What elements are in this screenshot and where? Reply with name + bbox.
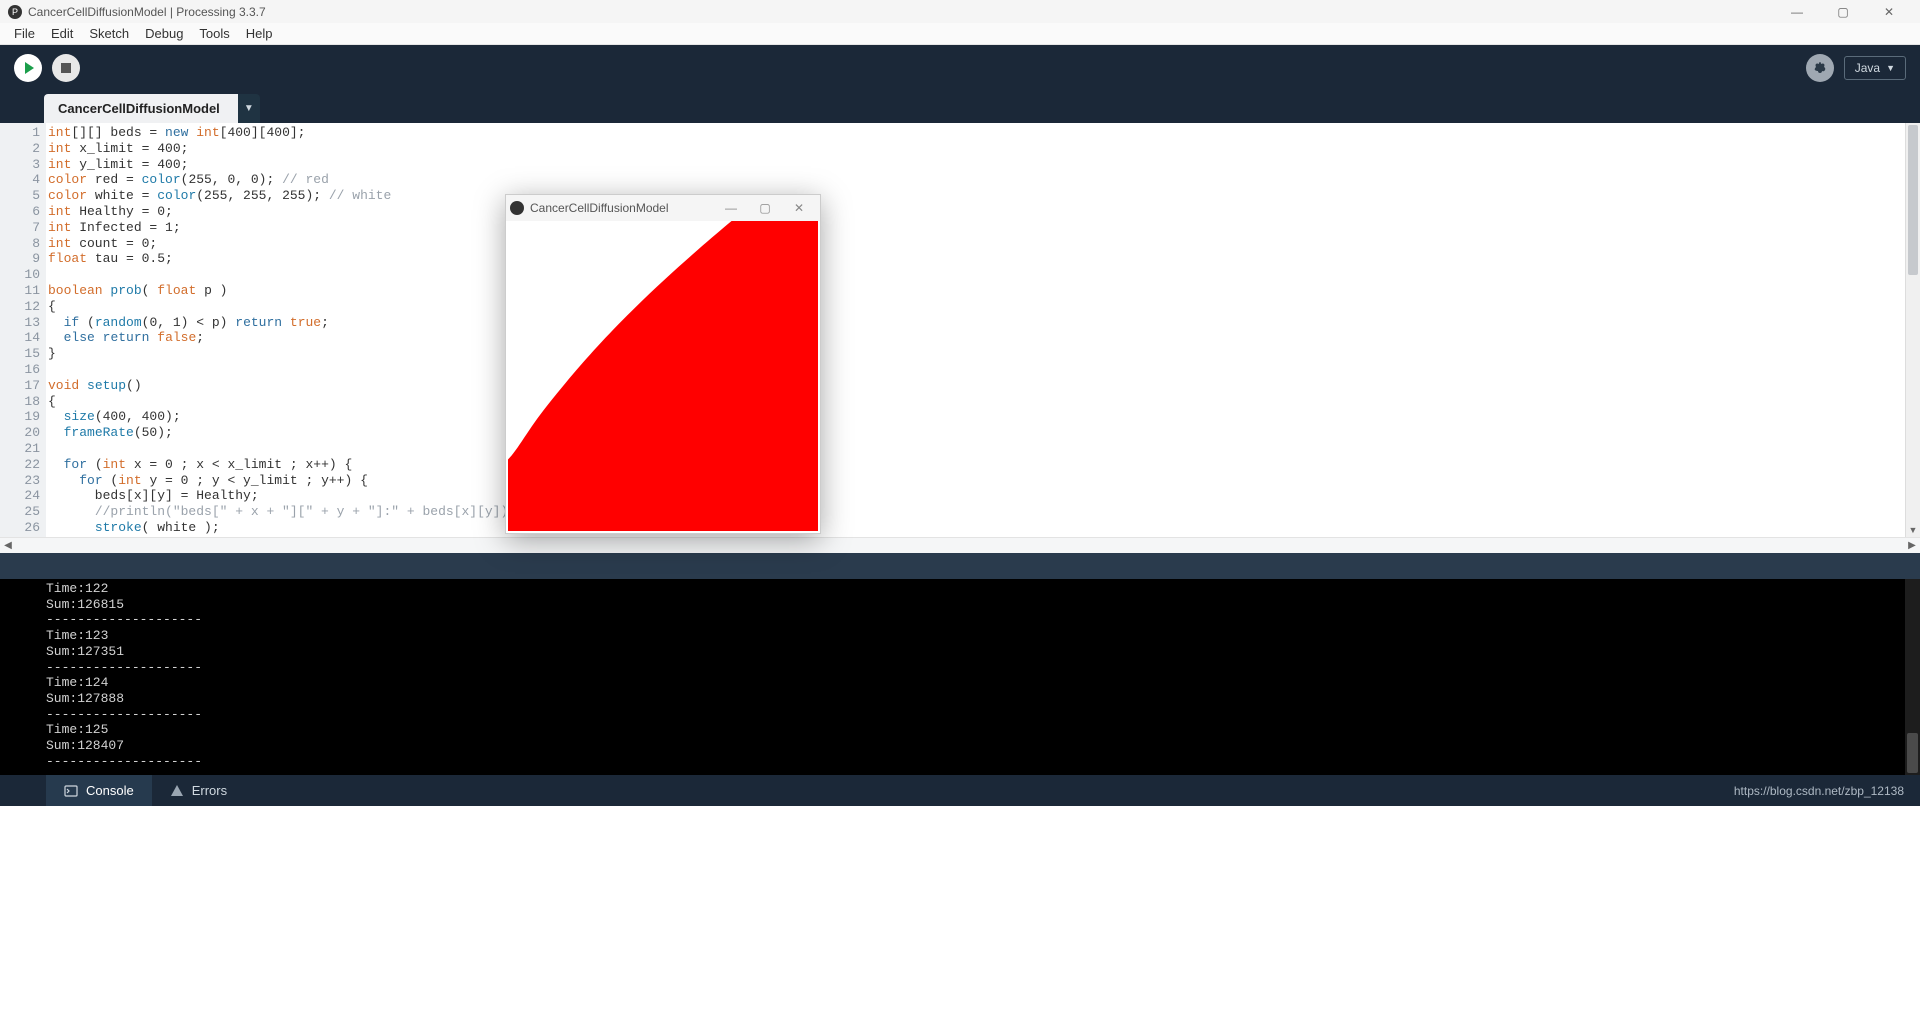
menu-debug[interactable]: Debug	[137, 26, 191, 41]
code-line[interactable]: color red = color(255, 0, 0); // red	[48, 172, 1905, 188]
menubar: File Edit Sketch Debug Tools Help	[0, 23, 1920, 45]
warning-icon	[170, 784, 184, 798]
code-line[interactable]	[48, 267, 1905, 283]
toolbar: Java ▼	[0, 45, 1920, 91]
menu-sketch[interactable]: Sketch	[81, 26, 137, 41]
editor-vertical-scrollbar[interactable]: ▲ ▼	[1905, 123, 1920, 537]
tab-sketch[interactable]: CancerCellDiffusionModel	[44, 94, 238, 123]
console-line: --------------------	[46, 660, 1920, 676]
errors-tab-label: Errors	[192, 783, 227, 798]
console-line: Sum:127888	[46, 691, 1920, 707]
sketch-minimize-button[interactable]: —	[714, 201, 748, 215]
language-mode-button[interactable]: Java ▼	[1844, 56, 1906, 80]
tab-row: CancerCellDiffusionModel ▼	[0, 91, 1920, 123]
code-line[interactable]: }	[48, 346, 1905, 362]
code-line[interactable]: boolean prob( float p )	[48, 283, 1905, 299]
editor: 1234567891011121314151617181920212223242…	[0, 123, 1920, 537]
stop-icon	[61, 63, 71, 73]
code-line[interactable]: int Healthy = 0;	[48, 204, 1905, 220]
menu-edit[interactable]: Edit	[43, 26, 81, 41]
console-vertical-scrollbar[interactable]	[1905, 579, 1920, 775]
code-line[interactable]: for (int y = 0 ; y < y_limit ; y++) {	[48, 473, 1905, 489]
line-gutter: 1234567891011121314151617181920212223242…	[0, 123, 46, 537]
sketch-maximize-button[interactable]: ▢	[748, 201, 782, 215]
code-line[interactable]	[48, 362, 1905, 378]
window-maximize-button[interactable]: ▢	[1820, 0, 1866, 23]
code-line[interactable]: size(400, 400);	[48, 409, 1905, 425]
console-line: Sum:128407	[46, 738, 1920, 754]
console-line: --------------------	[46, 707, 1920, 723]
code-line[interactable]: frameRate(50);	[48, 425, 1905, 441]
console-line: Sum:127351	[46, 644, 1920, 660]
window-minimize-button[interactable]: —	[1774, 0, 1820, 23]
code-line[interactable]: {	[48, 299, 1905, 315]
code-line[interactable]: void setup()	[48, 378, 1905, 394]
run-button[interactable]	[14, 54, 42, 82]
console-line: Time:122	[46, 581, 1920, 597]
menu-file[interactable]: File	[6, 26, 43, 41]
window-title: CancerCellDiffusionModel | Processing 3.…	[28, 5, 266, 19]
console-line: --------------------	[46, 754, 1920, 770]
code-line[interactable]: int Infected = 1;	[48, 220, 1905, 236]
butterfly-icon	[1812, 60, 1828, 76]
code-line[interactable]: color white = color(255, 255, 255); // w…	[48, 188, 1905, 204]
code-line[interactable]: else return false;	[48, 330, 1905, 346]
code-line[interactable]: //println("beds[" + x + "][" + y + "]:" …	[48, 504, 1905, 520]
console-line: --------------------	[46, 612, 1920, 628]
window-close-button[interactable]: ✕	[1866, 0, 1912, 23]
code-line[interactable]: for (int x = 0 ; x < x_limit ; x++) {	[48, 457, 1905, 473]
os-titlebar: P CancerCellDiffusionModel | Processing …	[0, 0, 1920, 23]
code-line[interactable]: int count = 0;	[48, 236, 1905, 252]
status-strip	[0, 553, 1920, 579]
stop-button[interactable]	[52, 54, 80, 82]
sketch-canvas	[508, 221, 818, 531]
bottom-bar: Console Errors https://blog.csdn.net/zbp…	[0, 775, 1920, 806]
console-line: Time:125	[46, 722, 1920, 738]
code-line[interactable]: float tau = 0.5;	[48, 251, 1905, 267]
code-line[interactable]: {	[48, 394, 1905, 410]
sketch-app-icon	[510, 201, 524, 215]
tab-dropdown-button[interactable]: ▼	[238, 94, 260, 123]
code-line[interactable]: int x_limit = 400;	[48, 141, 1905, 157]
code-line[interactable]: stroke( white );	[48, 520, 1905, 536]
sketch-titlebar[interactable]: CancerCellDiffusionModel — ▢ ✕	[506, 195, 820, 221]
scroll-down-icon[interactable]: ▼	[1906, 522, 1920, 537]
menu-help[interactable]: Help	[238, 26, 281, 41]
console-scroll-thumb[interactable]	[1907, 733, 1918, 773]
console-tab-label: Console	[86, 783, 134, 798]
sketch-output-window[interactable]: CancerCellDiffusionModel — ▢ ✕	[505, 194, 821, 534]
code-line[interactable]: int[][] beds = new int[400][400];	[48, 125, 1905, 141]
sketch-close-button[interactable]: ✕	[782, 201, 816, 215]
code-area[interactable]: int[][] beds = new int[400][400];int x_l…	[46, 123, 1905, 537]
console-line: Time:124	[46, 675, 1920, 691]
sketch-window-title: CancerCellDiffusionModel	[530, 201, 669, 215]
code-line[interactable]: if (random(0, 1) < p) return true;	[48, 315, 1905, 331]
code-line[interactable]	[48, 441, 1905, 457]
chevron-down-icon: ▼	[1886, 63, 1895, 73]
code-line[interactable]: beds[x][y] = Healthy;	[48, 488, 1905, 504]
debug-mode-icon[interactable]	[1806, 54, 1834, 82]
menu-tools[interactable]: Tools	[191, 26, 237, 41]
bottom-tab-errors[interactable]: Errors	[152, 775, 245, 806]
bottom-tab-console[interactable]: Console	[46, 775, 152, 806]
editor-horizontal-scrollbar[interactable]: ◀ ▶	[0, 537, 1920, 553]
watermark-url: https://blog.csdn.net/zbp_12138	[1734, 784, 1920, 798]
play-icon	[25, 62, 34, 74]
app-icon: P	[8, 5, 22, 19]
scroll-right-icon[interactable]: ▶	[1904, 538, 1920, 553]
scroll-thumb[interactable]	[1908, 125, 1918, 275]
language-label: Java	[1855, 61, 1880, 75]
console-icon	[64, 784, 78, 798]
console-output[interactable]: Time:122Sum:126815--------------------Ti…	[0, 579, 1920, 775]
code-line[interactable]: int y_limit = 400;	[48, 157, 1905, 173]
diffusion-shape	[508, 221, 818, 531]
console-line: Time:123	[46, 628, 1920, 644]
console-line: Sum:126815	[46, 597, 1920, 613]
scroll-left-icon[interactable]: ◀	[0, 538, 16, 553]
